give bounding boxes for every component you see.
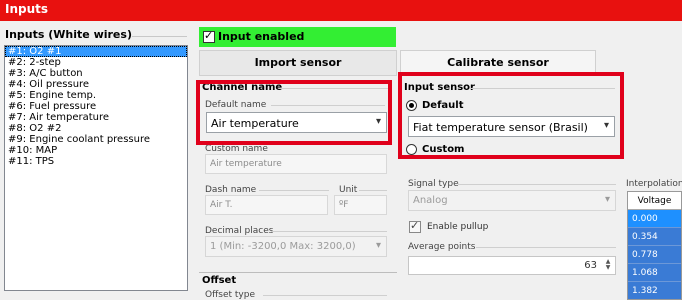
window-title: Inputs <box>5 2 49 16</box>
dash-name-label: Dash name <box>205 185 257 195</box>
signal-type-divider <box>458 184 616 185</box>
list-item[interactable]: #4: Oil pressure <box>5 79 187 90</box>
unit-value: ºF <box>339 200 349 210</box>
default-sensor-value: Fiat temperature sensor (Brasil) <box>413 121 588 134</box>
average-points-spinner[interactable]: 63 ▲ ▼ <box>408 256 616 275</box>
channel-header: Channel name <box>202 82 283 93</box>
interpolation-table[interactable]: Voltage 0.000 0.354 0.778 1.068 1.382 <box>627 191 682 300</box>
input-enabled-checkbox[interactable]: ✓ <box>203 29 215 43</box>
list-item[interactable]: #1: O2 #1 <box>5 46 187 57</box>
table-row[interactable]: 0.354 <box>628 228 681 246</box>
decimal-places-value: 1 (Min: -3200,0 Max: 3200,0) <box>210 241 356 252</box>
input-enabled-label: Input enabled <box>218 30 305 43</box>
decimal-places-dropdown: 1 (Min: -3200,0 Max: 3200,0) ▾ <box>205 236 387 257</box>
list-item[interactable]: #7: Air temperature <box>5 112 187 123</box>
unit-divider <box>359 190 387 191</box>
interpolation-label: Interpolation <box>626 179 682 189</box>
unit-field: ºF <box>334 195 387 215</box>
calibrate-sensor-button[interactable]: Calibrate sensor <box>400 50 596 76</box>
list-item[interactable]: #3: A/C button <box>5 68 187 79</box>
offset-header: Offset <box>202 275 237 286</box>
list-item[interactable]: #10: MAP <box>5 145 187 156</box>
offset-type-label: Offset type <box>205 290 256 300</box>
default-name-label: Default name <box>205 100 267 110</box>
default-sensor-radio[interactable] <box>406 100 417 111</box>
enable-pullup-label: Enable pullup <box>427 222 489 232</box>
title-bar: Inputs <box>0 0 682 21</box>
channel-panel: Channel name Default name Air temperatur… <box>199 78 397 300</box>
import-sensor-button[interactable]: Import sensor <box>199 50 397 76</box>
table-row[interactable]: 1.382 <box>628 282 681 299</box>
check-icon: ✓ <box>410 219 420 232</box>
dash-name-divider <box>259 190 329 191</box>
table-row[interactable]: 1.068 <box>628 264 681 282</box>
default-name-dropdown[interactable]: Air temperature ▾ <box>206 112 387 133</box>
input-sensor-header: Input sensor <box>404 82 475 93</box>
enable-pullup-checkbox[interactable]: ✓ <box>409 219 421 233</box>
list-item[interactable]: #9: Engine coolant pressure <box>5 134 187 145</box>
dash-name-field: Air T. <box>205 195 328 215</box>
average-points-label: Average points <box>408 242 476 252</box>
list-item[interactable]: #6: Fuel pressure <box>5 101 187 112</box>
list-item[interactable]: #5: Engine temp. <box>5 90 187 101</box>
input-sensor-divider <box>470 88 615 89</box>
voltage-column-header: Voltage <box>628 192 681 210</box>
offset-top-divider <box>199 272 397 273</box>
table-row[interactable]: 0.000 <box>628 210 681 228</box>
inputs-header: Inputs (White wires) <box>5 28 132 41</box>
chevron-down-icon: ▾ <box>604 194 610 205</box>
unit-label: Unit <box>339 185 358 195</box>
dash-name-value: Air T. <box>210 200 233 210</box>
default-name-value: Air temperature <box>211 117 299 130</box>
signal-type-label: Signal type <box>408 179 459 189</box>
decimal-places-label: Decimal places <box>205 226 274 236</box>
offset-type-divider <box>263 295 387 296</box>
spinner-arrows-icon[interactable]: ▲ ▼ <box>603 259 613 272</box>
signal-type-dropdown: Analog ▾ <box>408 190 616 211</box>
default-name-divider <box>271 105 385 106</box>
list-item[interactable]: #2: 2-step <box>5 57 187 68</box>
inputs-list[interactable]: #1: O2 #1 #2: 2-step #3: A/C button #4: Oil… <box>4 45 188 291</box>
chevron-down-icon: ▾ <box>375 116 381 127</box>
average-points-divider <box>476 247 616 248</box>
decimal-places-divider <box>271 231 387 232</box>
custom-name-value: Air temperature <box>210 159 282 169</box>
default-sensor-dropdown[interactable]: Fiat temperature sensor (Brasil) ▾ <box>408 116 615 137</box>
table-row[interactable]: 0.778 <box>628 246 681 264</box>
custom-name-label: Custom name <box>205 144 268 154</box>
custom-sensor-radio[interactable] <box>406 144 417 155</box>
default-sensor-label: Default <box>422 100 464 111</box>
input-enabled-bar: ✓ Input enabled <box>199 27 396 47</box>
list-item[interactable]: #8: O2 #2 <box>5 123 187 134</box>
list-item[interactable]: #11: TPS <box>5 156 187 167</box>
custom-sensor-label: Custom <box>422 144 465 155</box>
check-icon: ✓ <box>204 29 214 42</box>
custom-name-field: Air temperature <box>205 154 387 174</box>
signal-type-value: Analog <box>413 195 448 206</box>
channel-header-divider <box>279 88 391 89</box>
average-points-value: 63 <box>584 260 597 271</box>
chevron-down-icon: ▾ <box>603 120 609 131</box>
chevron-down-icon: ▾ <box>375 240 381 251</box>
radio-dot <box>409 103 414 108</box>
inputs-header-divider <box>132 36 187 37</box>
